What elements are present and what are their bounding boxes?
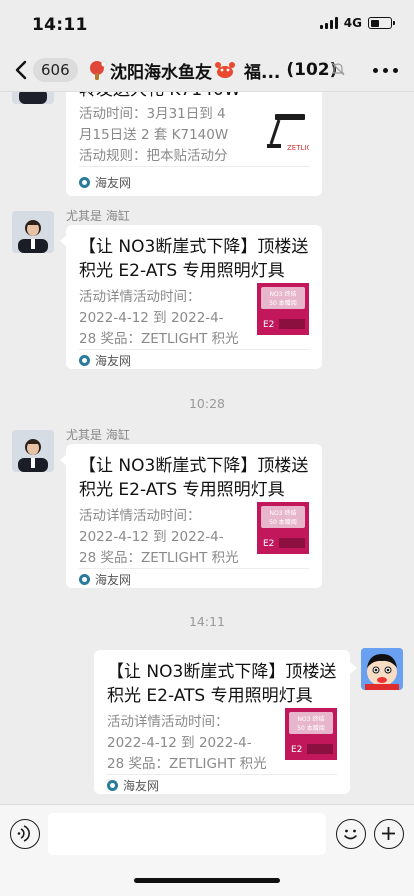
link-card[interactable]: 【让 NO3断崖式下降】顶楼送积光 E2-ATS 专用照明灯具 活动详情活动时间… [66, 444, 322, 588]
link-card[interactable]: 转发送大礼 K7140W 活动时间：3月31日到 4月15日送 2 套 K714… [66, 92, 322, 196]
home-indicator[interactable] [134, 878, 280, 883]
link-card-source: 海友网 [79, 174, 131, 191]
chat-header: 606 沈阳海水鱼友 福... (102) [0, 48, 414, 92]
link-card-description: 活动详情活动时间：2022-4-12 到 2022-4-28 奖品：ZETLIG… [107, 714, 267, 772]
source-logo-icon [79, 177, 90, 188]
source-name: 海友网 [123, 779, 160, 793]
poster-line1: NO3 终结 [270, 290, 297, 298]
poster-thumbnail: NO3 终结 50 本赠阅 E2 [285, 708, 337, 760]
sender-name: 尤其是 海缸 [66, 428, 130, 442]
network-label: 4G [343, 16, 362, 30]
poster-line1: NO3 终结 [298, 715, 325, 723]
poster-brand: E2 [263, 320, 274, 330]
poster-line1: NO3 终结 [270, 509, 297, 517]
status-time: 14:11 [32, 15, 88, 35]
link-card[interactable]: 【让 NO3断崖式下降】顶楼送积光 E2-ATS 专用照明灯具 活动详情活动时间… [66, 225, 322, 369]
chat-timestamp: 10:28 [188, 396, 226, 411]
poster-brand: E2 [291, 745, 302, 755]
poster-thumbnail: NO3 终结 50 本赠阅 E2 [257, 283, 309, 335]
link-card-divider [79, 568, 309, 569]
source-logo-icon [79, 355, 90, 366]
more-actions-button[interactable] [374, 819, 404, 849]
plus-icon [382, 827, 395, 840]
poster-brand: E2 [263, 539, 274, 549]
battery-icon [368, 17, 395, 29]
link-card-source: 海友网 [79, 571, 131, 588]
voice-input-button[interactable] [10, 819, 40, 849]
chat-title[interactable]: 沈阳海水鱼友 福... (102) [86, 58, 354, 82]
sender-avatar[interactable] [12, 211, 54, 253]
link-card-description: 活动详情活动时间：2022-4-12 到 2022-4-28 奖品：ZETLIG… [79, 289, 239, 347]
chat-title-suffix: 福... [244, 62, 281, 83]
source-name: 海友网 [95, 176, 132, 190]
crab-icon [214, 60, 236, 80]
link-card-description: 活动时间：3月31日到 4月15日送 2 套 K7140W 活动规则：把本贴活动… [79, 106, 229, 164]
link-card-title: 转发送大礼 K7140W [79, 92, 311, 102]
link-card-divider [79, 349, 309, 350]
emoji-button[interactable] [336, 819, 366, 849]
poster-thumbnail: NO3 终结 50 本赠阅 E2 [257, 502, 309, 554]
source-logo-icon [107, 780, 118, 791]
poster-line2: 50 本赠阅 [269, 299, 297, 307]
link-card-source: 海友网 [79, 352, 131, 369]
link-card-description: 活动详情活动时间：2022-4-12 到 2022-4-28 奖品：ZETLIG… [79, 508, 239, 566]
table-tennis-icon [86, 60, 108, 80]
more-options-button[interactable] [373, 68, 398, 73]
sender-avatar[interactable] [12, 430, 54, 472]
link-card[interactable]: 【让 NO3断崖式下降】顶楼送积光 E2-ATS 专用照明灯具 活动详情活动时间… [94, 650, 350, 794]
smiley-icon [344, 829, 357, 840]
poster-line2: 50 本赠阅 [297, 724, 325, 732]
source-name: 海友网 [95, 354, 132, 368]
lamp-thumbnail: ZETLIGHT [257, 104, 309, 156]
link-card-title: 【让 NO3断崖式下降】顶楼送积光 E2-ATS 专用照明灯具 [79, 237, 309, 281]
chat-timestamp: 14:11 [188, 614, 226, 629]
signal-icon [319, 17, 338, 29]
bubble-tail [350, 662, 357, 674]
chat-message-list[interactable]: 转发送大礼 K7140W 活动时间：3月31日到 4月15日送 2 套 K714… [0, 92, 414, 804]
unread-count-badge[interactable]: 606 [33, 58, 78, 82]
sender-avatar[interactable] [12, 92, 54, 104]
link-card-divider [107, 774, 337, 775]
link-card-divider [79, 166, 309, 167]
link-card-title: 【让 NO3断崖式下降】顶楼送积光 E2-ATS 专用照明灯具 [107, 662, 337, 706]
battery-level [370, 19, 380, 27]
status-bar: 14:11 4G [0, 0, 414, 48]
voice-icon [17, 825, 30, 842]
link-card-title: 【让 NO3断崖式下降】顶楼送积光 E2-ATS 专用照明灯具 [79, 456, 309, 500]
sender-name: 尤其是 海缸 [66, 209, 130, 223]
mute-bell-icon [331, 62, 345, 76]
source-name: 海友网 [95, 573, 132, 587]
back-chevron-icon[interactable] [14, 60, 28, 80]
poster-line2: 50 本赠阅 [269, 518, 297, 526]
status-indicators: 4G [319, 16, 395, 30]
source-logo-icon [79, 574, 90, 585]
link-card-source: 海友网 [107, 777, 159, 794]
chat-title-text: 沈阳海水鱼友 [110, 62, 212, 83]
my-avatar[interactable] [361, 648, 403, 690]
message-input[interactable] [48, 813, 326, 855]
lamp-brand: ZETLIGHT [287, 144, 309, 152]
